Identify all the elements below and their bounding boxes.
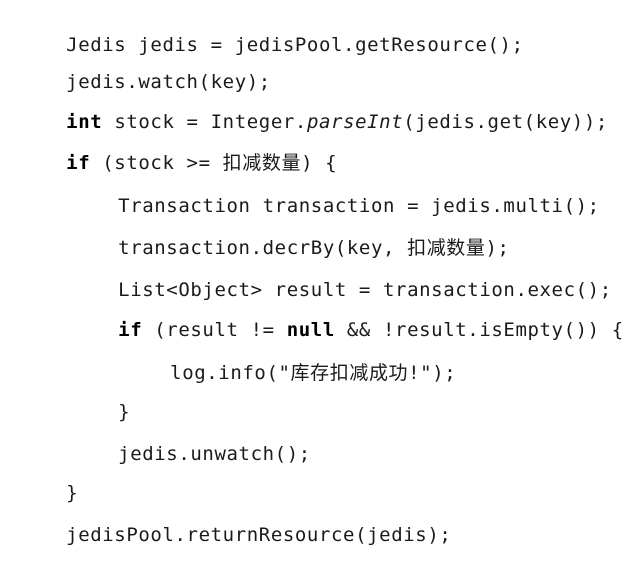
code-line-11: jedis.unwatch(); [0, 409, 311, 465]
code-text: (jedis.get(key)); [403, 111, 608, 133]
code-line-6: transaction.decrBy(key, 扣减数量); [0, 203, 510, 259]
code-line-9: log.info("库存扣减成功!"); [0, 328, 456, 384]
code-line-7: List<Object> result = transaction.exec()… [0, 245, 612, 301]
code-line-10: } [0, 367, 130, 423]
code-line-12: } [0, 448, 78, 504]
code-text: log.info("库存扣减成功!"); [170, 362, 457, 384]
code-listing: Jedis jedis = jedisPool.getResource(); j… [0, 0, 636, 546]
code-line-1: Jedis jedis = jedisPool.getResource(); [0, 0, 524, 56]
code-line-5: Transaction transaction = jedis.multi(); [0, 161, 600, 217]
code-text: jedis.unwatch(); [118, 443, 311, 465]
code-line-2: jedis.watch(key); [0, 37, 271, 93]
code-line-13: jedisPool.returnResource(jedis); [0, 490, 451, 546]
code-line-8: if (result != null && !result.isEmpty())… [0, 285, 624, 341]
code-text: jedisPool.returnResource(jedis); [66, 524, 452, 546]
code-line-4: if (stock >= 扣减数量) { [0, 118, 337, 174]
code-line-3: int stock = Integer.parseInt(jedis.get(k… [0, 77, 608, 133]
